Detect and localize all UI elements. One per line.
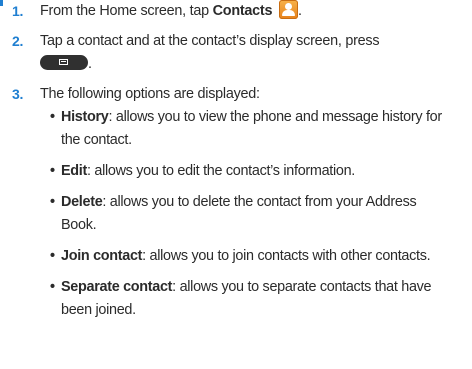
list-item-join-contact: • Join contact: allows you to join conta… xyxy=(50,245,464,268)
manual-page: 1. From the Home screen, tap Contacts . … xyxy=(0,0,472,369)
bullet-dot: • xyxy=(50,194,55,210)
option-term: History xyxy=(61,109,109,125)
contacts-app-icon xyxy=(278,0,298,19)
step-text: Tap a contact and at the contact’s displ… xyxy=(40,33,380,72)
option-term: Join contact xyxy=(61,248,143,264)
menu-key-icon xyxy=(40,55,88,70)
option-term: Edit xyxy=(61,163,87,179)
step-number: 3. xyxy=(12,86,24,102)
list-item-edit: • Edit: allows you to edit the contact’s… xyxy=(50,160,464,183)
step-number: 2. xyxy=(12,33,24,49)
contacts-label: Contacts xyxy=(212,3,273,19)
bullet-dot: • xyxy=(50,109,55,125)
step-3: 3. The following options are displayed: xyxy=(12,83,464,106)
bullet-dot: • xyxy=(50,279,55,295)
list-item-separate-contact: • Separate contact: allows you to separa… xyxy=(50,276,464,322)
list-item-history: • History: allows you to view the phone … xyxy=(50,106,464,152)
step-number: 1. xyxy=(12,3,24,19)
section-accent-mark xyxy=(0,0,3,6)
step-1: 1. From the Home screen, tap Contacts . xyxy=(12,0,464,23)
option-term: Separate contact xyxy=(61,279,173,295)
step-text: The following options are displayed: xyxy=(40,86,260,102)
bullet-dot: • xyxy=(50,163,55,179)
step-2: 2. Tap a contact and at the contact’s di… xyxy=(12,30,464,76)
option-term: Delete xyxy=(61,194,103,210)
step-text: From the Home screen, tap Contacts . xyxy=(40,0,464,23)
list-item-delete: • Delete: allows you to delete the conta… xyxy=(50,191,464,237)
bullet-dot: • xyxy=(50,248,55,264)
